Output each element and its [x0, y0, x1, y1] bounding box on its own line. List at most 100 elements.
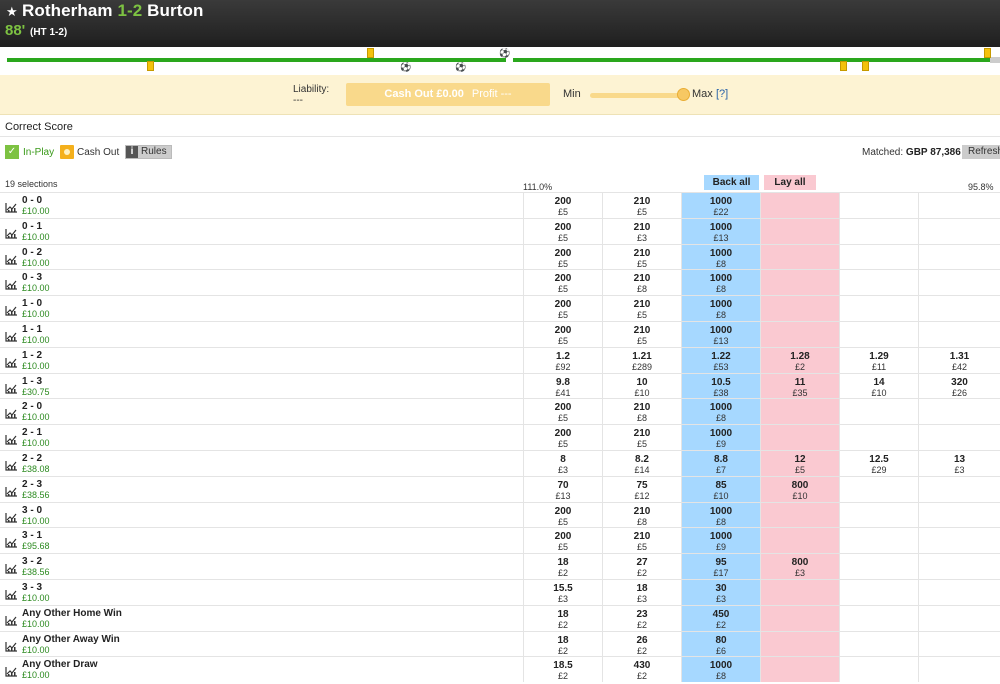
- back-price-best-cell[interactable]: 1000 £9: [681, 528, 760, 554]
- runner-name[interactable]: 0 - 1: [22, 221, 42, 232]
- runner-name[interactable]: 3 - 1: [22, 530, 42, 541]
- lay-price-best-cell[interactable]: [760, 193, 839, 218]
- back-price-best-cell[interactable]: 10.5 £38: [681, 373, 760, 399]
- back-price-2-cell[interactable]: 1.21 £289: [602, 347, 681, 373]
- back-price-best-cell[interactable]: 1000 £8: [681, 399, 760, 425]
- lay-price-2-cell[interactable]: [839, 270, 918, 296]
- back-price-best-cell[interactable]: 1000 £13: [681, 321, 760, 347]
- lay-price-3-cell[interactable]: [918, 399, 1000, 425]
- lay-price-3-cell[interactable]: 320 £26: [918, 373, 1000, 399]
- back-price-3-cell[interactable]: 200 £5: [523, 218, 602, 244]
- lay-price-2-cell[interactable]: [839, 657, 918, 683]
- back-price-2-cell[interactable]: 210 £5: [602, 321, 681, 347]
- back-price-2-cell[interactable]: 26 £2: [602, 631, 681, 657]
- lay-price-best-cell[interactable]: [760, 631, 839, 657]
- lay-price-2-cell[interactable]: [839, 399, 918, 425]
- back-price-3-cell[interactable]: 18 £2: [523, 605, 602, 631]
- refresh-button[interactable]: Refresh: [962, 145, 1000, 159]
- back-price-2-cell[interactable]: 27 £2: [602, 554, 681, 579]
- back-price-2-cell[interactable]: 23 £2: [602, 605, 681, 631]
- lay-price-best-cell[interactable]: [760, 270, 839, 296]
- runner-name[interactable]: 1 - 1: [22, 324, 42, 335]
- lay-price-3-cell[interactable]: [918, 579, 1000, 605]
- back-price-2-cell[interactable]: 75 £12: [602, 476, 681, 502]
- lay-price-2-cell[interactable]: [839, 476, 918, 502]
- lay-price-2-cell[interactable]: 14 £10: [839, 373, 918, 399]
- runner-name[interactable]: 2 - 1: [22, 427, 42, 438]
- lay-price-2-cell[interactable]: [839, 605, 918, 631]
- back-price-best-cell[interactable]: 1000 £8: [681, 296, 760, 321]
- back-price-3-cell[interactable]: 70 £13: [523, 476, 602, 502]
- chart-icon[interactable]: [5, 639, 18, 652]
- back-price-2-cell[interactable]: 210 £5: [602, 296, 681, 321]
- help-link[interactable]: [?]: [716, 88, 728, 100]
- lay-price-2-cell[interactable]: [839, 244, 918, 270]
- back-price-2-cell[interactable]: 210 £8: [602, 399, 681, 425]
- back-price-3-cell[interactable]: 200 £5: [523, 193, 602, 218]
- chart-icon[interactable]: [5, 587, 18, 600]
- back-price-best-cell[interactable]: 1000 £8: [681, 657, 760, 683]
- chart-icon[interactable]: [5, 432, 18, 445]
- cashout-slider-knob[interactable]: [677, 88, 690, 101]
- back-price-3-cell[interactable]: 200 £5: [523, 244, 602, 270]
- lay-price-3-cell[interactable]: [918, 502, 1000, 528]
- lay-price-3-cell[interactable]: [918, 631, 1000, 657]
- chart-icon[interactable]: [5, 613, 18, 626]
- chart-icon[interactable]: [5, 277, 18, 290]
- lay-price-3-cell[interactable]: [918, 657, 1000, 683]
- runner-name[interactable]: 1 - 3: [22, 376, 42, 387]
- lay-price-3-cell[interactable]: [918, 321, 1000, 347]
- back-price-3-cell[interactable]: 15.5 £3: [523, 579, 602, 605]
- runner-name[interactable]: 1 - 0: [22, 298, 42, 309]
- back-price-3-cell[interactable]: 200 £5: [523, 399, 602, 425]
- chart-icon[interactable]: [5, 226, 18, 239]
- back-price-3-cell[interactable]: 9.8 £41: [523, 373, 602, 399]
- back-price-3-cell[interactable]: 200 £5: [523, 270, 602, 296]
- lay-price-2-cell[interactable]: 12.5 £29: [839, 450, 918, 476]
- chart-icon[interactable]: [5, 561, 18, 574]
- runner-name[interactable]: 0 - 0: [22, 195, 42, 206]
- runner-name[interactable]: 3 - 3: [22, 582, 42, 593]
- back-price-2-cell[interactable]: 210 £8: [602, 502, 681, 528]
- lay-price-best-cell[interactable]: [760, 399, 839, 425]
- lay-price-best-cell[interactable]: 11 £35: [760, 373, 839, 399]
- lay-price-2-cell[interactable]: [839, 321, 918, 347]
- back-price-best-cell[interactable]: 80 £6: [681, 631, 760, 657]
- lay-price-3-cell[interactable]: [918, 270, 1000, 296]
- lay-price-2-cell[interactable]: [839, 554, 918, 579]
- back-price-2-cell[interactable]: 210 £5: [602, 244, 681, 270]
- back-all-button[interactable]: Back all: [704, 175, 759, 190]
- runner-name[interactable]: 3 - 2: [22, 556, 42, 567]
- lay-price-best-cell[interactable]: [760, 218, 839, 244]
- lay-price-3-cell[interactable]: 13 £3: [918, 450, 1000, 476]
- back-price-best-cell[interactable]: 450 £2: [681, 605, 760, 631]
- chart-icon[interactable]: [5, 252, 18, 265]
- runner-name[interactable]: 1 - 2: [22, 350, 42, 361]
- lay-price-best-cell[interactable]: 800 £3: [760, 554, 839, 579]
- runner-name[interactable]: 2 - 0: [22, 401, 42, 412]
- lay-price-best-cell[interactable]: 12 £5: [760, 450, 839, 476]
- lay-price-best-cell[interactable]: [760, 296, 839, 321]
- lay-price-2-cell[interactable]: [839, 502, 918, 528]
- chart-icon[interactable]: [5, 510, 18, 523]
- cash-out-button[interactable]: Cash Out £0.00 Profit ---: [346, 83, 550, 106]
- lay-price-2-cell[interactable]: 1.29 £11: [839, 347, 918, 373]
- lay-price-2-cell[interactable]: [839, 218, 918, 244]
- back-price-best-cell[interactable]: 95 £17: [681, 554, 760, 579]
- back-price-3-cell[interactable]: 200 £5: [523, 502, 602, 528]
- lay-price-3-cell[interactable]: [918, 605, 1000, 631]
- back-price-2-cell[interactable]: 210 £5: [602, 193, 681, 218]
- lay-price-3-cell[interactable]: [918, 476, 1000, 502]
- lay-price-3-cell[interactable]: [918, 193, 1000, 218]
- back-price-3-cell[interactable]: 200 £5: [523, 528, 602, 554]
- back-price-best-cell[interactable]: 1000 £9: [681, 425, 760, 450]
- back-price-best-cell[interactable]: 1000 £13: [681, 218, 760, 244]
- star-icon[interactable]: ★: [6, 4, 18, 20]
- runner-name[interactable]: 0 - 2: [22, 247, 42, 258]
- back-price-best-cell[interactable]: 1000 £22: [681, 193, 760, 218]
- lay-price-3-cell[interactable]: [918, 218, 1000, 244]
- lay-price-best-cell[interactable]: [760, 425, 839, 450]
- lay-price-2-cell[interactable]: [839, 296, 918, 321]
- lay-price-3-cell[interactable]: [918, 296, 1000, 321]
- lay-price-3-cell[interactable]: [918, 244, 1000, 270]
